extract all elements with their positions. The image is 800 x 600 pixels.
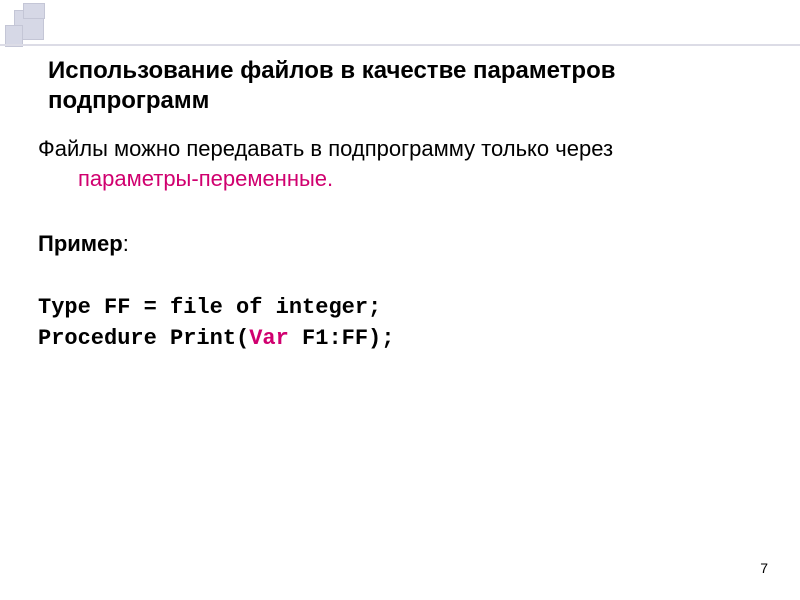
code-line-1: Type FF = file of integer;: [38, 293, 770, 324]
slide: Использование файлов в качестве параметр…: [0, 0, 800, 600]
example-label: Пример:: [38, 229, 770, 259]
code-block: Type FF = file of integer; Procedure Pri…: [38, 293, 770, 355]
slide-title: Использование файлов в качестве параметр…: [48, 56, 770, 116]
var-keyword: Var: [249, 326, 289, 351]
code-line-2: Procedure Print(Var F1:FF);: [38, 324, 770, 355]
page-number: 7: [760, 560, 768, 576]
intro-line-1: Файлы можно передавать в подпрограмму то…: [38, 134, 770, 164]
decorative-squares: [14, 10, 44, 40]
example-label-colon: :: [123, 231, 129, 256]
intro-line-2: параметры-переменные.: [78, 164, 770, 194]
horizontal-rule: [0, 44, 800, 46]
code-line-2a: Procedure Print(: [38, 326, 249, 351]
example-label-text: Пример: [38, 231, 123, 256]
slide-body: Файлы можно передавать в подпрограмму то…: [38, 134, 770, 355]
code-line-2b: F1:FF);: [289, 326, 395, 351]
